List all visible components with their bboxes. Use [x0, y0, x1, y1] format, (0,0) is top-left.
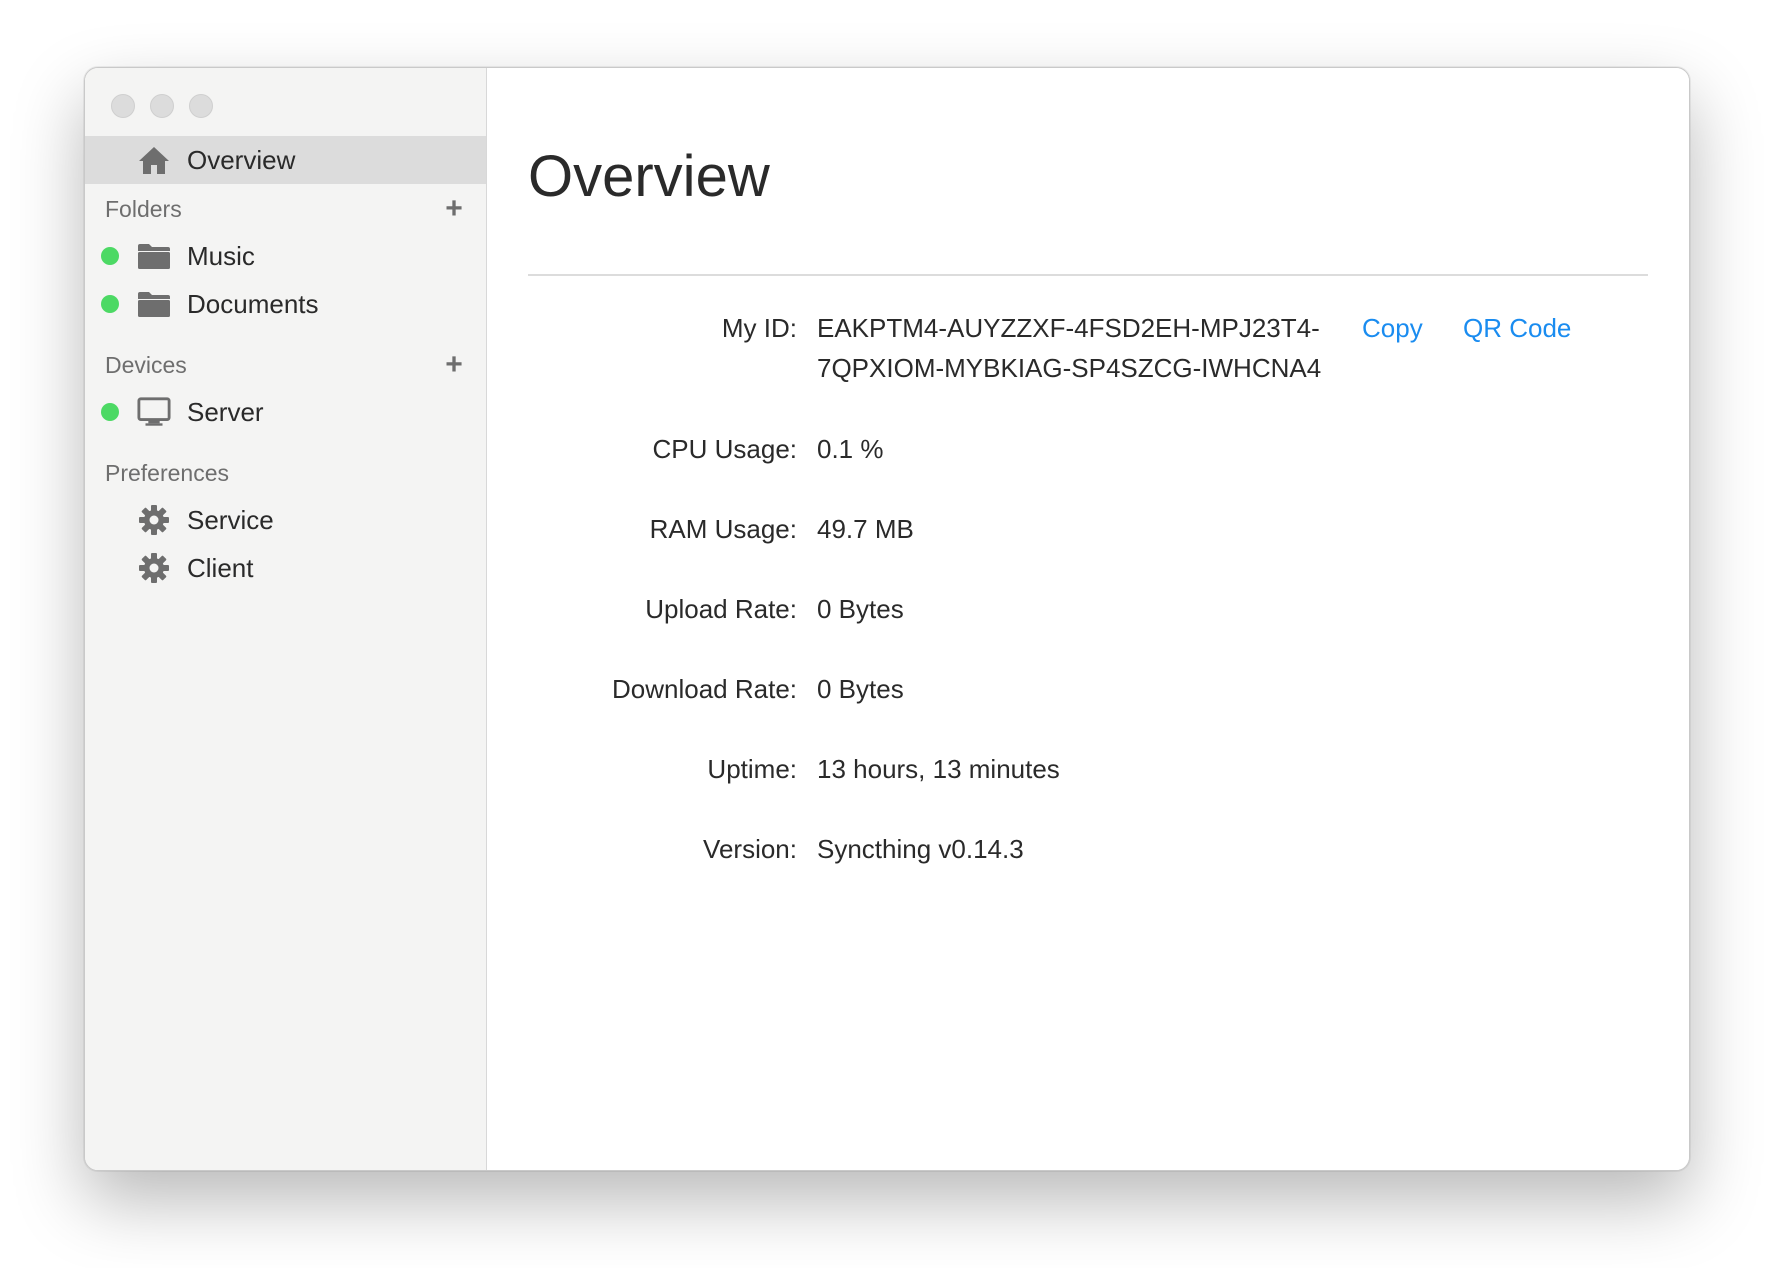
gear-icon [137, 551, 171, 585]
sidebar-item-documents[interactable]: Documents [85, 280, 486, 328]
stat-row-cpu: CPU Usage: 0.1 % [487, 429, 1687, 469]
page-title: Overview [528, 144, 770, 209]
home-icon [137, 143, 171, 177]
main-content: Overview My ID: EAKPTM4-AUYZZXF-4FSD2EH-… [487, 68, 1689, 1170]
add-device-button[interactable]: + [442, 350, 466, 380]
qr-code-link[interactable]: QR Code [1463, 308, 1571, 348]
status-online-indicator [101, 403, 119, 421]
stat-value: 0 Bytes [817, 594, 904, 624]
stat-label: RAM Usage: [649, 514, 797, 544]
stat-value: 13 hours, 13 minutes [817, 754, 1060, 784]
window-controls [111, 94, 213, 118]
stat-row-uptime: Uptime: 13 hours, 13 minutes [487, 749, 1687, 789]
stat-value: Syncthing v0.14.3 [817, 834, 1024, 864]
app-window: Overview Folders + Music Documents Devic… [84, 67, 1690, 1171]
folders-section-header: Folders + [105, 192, 466, 226]
minimize-button[interactable] [150, 94, 174, 118]
gear-icon [137, 503, 171, 537]
stat-value: 49.7 MB [817, 514, 914, 544]
sidebar-item-label: Documents [187, 288, 319, 319]
stat-row-download: Download Rate: 0 Bytes [487, 669, 1687, 709]
sidebar-item-label: Service [187, 504, 274, 535]
stat-label: Version: [703, 834, 797, 864]
folder-icon [137, 287, 171, 321]
sidebar-item-server[interactable]: Server [85, 388, 486, 436]
stat-label: Download Rate: [612, 674, 797, 704]
add-folder-button[interactable]: + [442, 194, 466, 224]
sidebar-item-music[interactable]: Music [85, 232, 486, 280]
sidebar-item-label: Server [187, 396, 264, 427]
close-button[interactable] [111, 94, 135, 118]
my-id-line-1: EAKPTM4-AUYZZXF-4FSD2EH-MPJ23T4- [817, 313, 1320, 343]
monitor-icon [137, 395, 171, 429]
status-online-indicator [101, 247, 119, 265]
folder-icon [137, 239, 171, 273]
sidebar-item-label: Client [187, 552, 254, 583]
status-online-indicator [101, 295, 119, 313]
stat-row-ram: RAM Usage: 49.7 MB [487, 509, 1687, 549]
sidebar-item-label: Music [187, 240, 255, 271]
preferences-section-header: Preferences [105, 456, 466, 490]
stat-value: 0 Bytes [817, 674, 904, 704]
stat-label: Upload Rate: [645, 594, 797, 624]
preferences-section-title: Preferences [105, 459, 230, 486]
my-id-label: My ID: [721, 313, 797, 343]
stat-row-upload: Upload Rate: 0 Bytes [487, 589, 1687, 629]
sidebar-item-overview[interactable]: Overview [85, 136, 486, 184]
sidebar-item-service[interactable]: Service [85, 496, 486, 544]
stat-value: 0.1 % [817, 434, 884, 464]
stat-label: Uptime: [707, 754, 797, 784]
my-id-line-2: 7QPXIOM-MYBKIAG-SP4SZCG-IWHCNA4 [817, 353, 1322, 383]
devices-section-header: Devices + [105, 348, 466, 382]
devices-section-title: Devices [105, 351, 187, 378]
stat-row-version: Version: Syncthing v0.14.3 [487, 829, 1687, 869]
sidebar: Overview Folders + Music Documents Devic… [85, 68, 487, 1170]
zoom-button[interactable] [189, 94, 213, 118]
folders-section-title: Folders [105, 195, 182, 222]
stat-label: CPU Usage: [652, 434, 798, 464]
copy-id-link[interactable]: Copy [1362, 308, 1423, 348]
title-divider [528, 274, 1648, 276]
sidebar-item-label: Overview [187, 144, 296, 175]
sidebar-item-client[interactable]: Client [85, 544, 486, 592]
